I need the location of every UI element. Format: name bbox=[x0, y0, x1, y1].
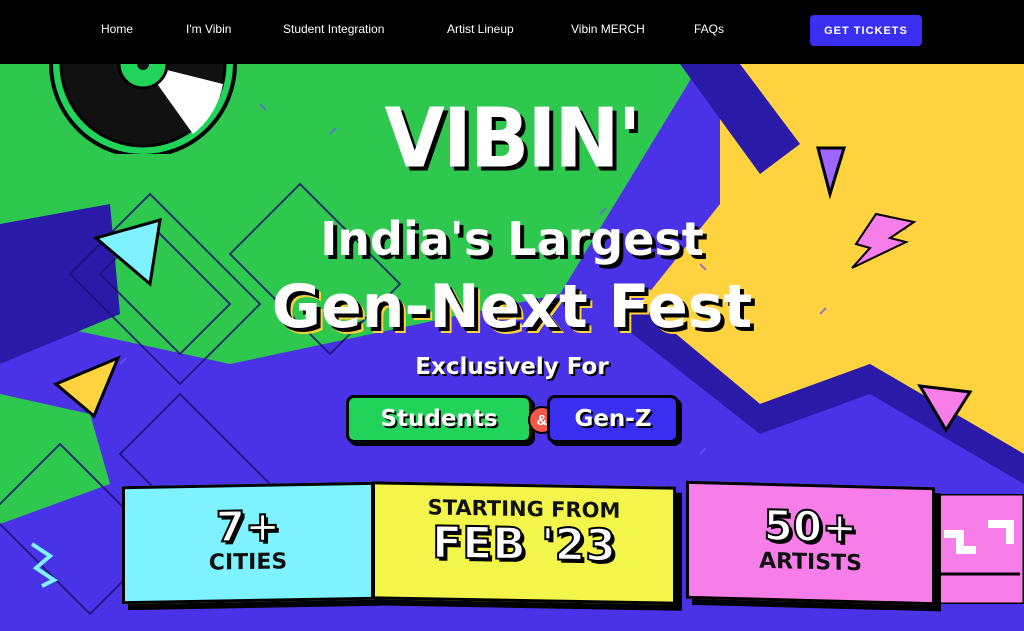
nav-faqs[interactable]: FAQs bbox=[694, 22, 724, 36]
audience-genz-badge: Gen-Z bbox=[547, 395, 679, 443]
get-tickets-button[interactable]: GET TICKETS bbox=[810, 15, 922, 46]
brand-logo: VIBIN' bbox=[384, 91, 641, 187]
triangle-icon bbox=[917, 384, 973, 433]
hero-subheadline: Exclusively For bbox=[415, 354, 609, 380]
stat-card-artists: 50+ ARTISTS bbox=[686, 480, 935, 606]
top-navbar: Home I'm Vibin Student Integration Artis… bbox=[0, 0, 1024, 64]
stat-value-start-date: FEB '23 bbox=[431, 516, 617, 572]
nav-artist-lineup[interactable]: Artist Lineup bbox=[447, 22, 514, 36]
stat-value-artists: 50+ bbox=[763, 500, 859, 553]
nav-student-integration[interactable]: Student Integration bbox=[283, 22, 384, 36]
nav-vibin-merch[interactable]: Vibin MERCH bbox=[571, 22, 645, 36]
pattern-icon bbox=[930, 494, 1024, 604]
stat-label-artists: ARTISTS bbox=[759, 548, 862, 577]
stat-label-cities: CITIES bbox=[208, 549, 288, 576]
stat-card-cities: 7+ CITIES bbox=[122, 481, 374, 605]
stat-card-start-date: STARTING FROM FEB '23 bbox=[372, 481, 676, 605]
nav-im-vibin[interactable]: I'm Vibin bbox=[186, 22, 231, 36]
nav-home[interactable]: Home bbox=[101, 22, 133, 36]
stat-value-cities: 7+ bbox=[215, 500, 281, 552]
audience-students-badge: Students bbox=[346, 395, 532, 443]
zigzag-icon bbox=[30, 542, 58, 588]
hero-section: VIBIN' India's Largest Gen-Next Fest Exc… bbox=[0, 64, 1024, 631]
hero-headline-line1: India's Largest bbox=[320, 212, 704, 266]
hero-headline-line2: Gen-Next Fest bbox=[271, 272, 753, 342]
